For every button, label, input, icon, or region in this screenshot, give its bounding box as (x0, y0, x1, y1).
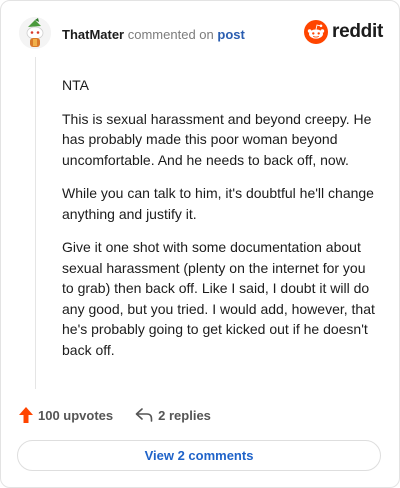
thread-line (35, 57, 36, 389)
view-comments-button[interactable]: View 2 comments (17, 440, 381, 471)
upvote-count: 100 upvotes (38, 407, 114, 423)
commented-on-text: commented on (127, 27, 214, 42)
avatar[interactable] (19, 17, 51, 49)
replies-count: 2 replies (158, 407, 211, 423)
reddit-logo[interactable]: reddit (304, 20, 383, 44)
comment-paragraph: This is sexual harassment and beyond cre… (62, 110, 372, 168)
comment-actions: 100 upvotes 2 replies (19, 405, 211, 425)
reddit-alien-icon (304, 20, 329, 44)
reddit-wordmark: reddit (332, 21, 383, 42)
comment-card: ThatMater commented on post reddit NTA T… (0, 0, 400, 488)
comment-paragraph: NTA (62, 77, 89, 93)
snoo-avatar-icon (19, 17, 51, 49)
comment-paragraph: While you can talk to him, it's doubtful… (62, 185, 374, 222)
comment-header: ThatMater commented on post reddit (19, 17, 383, 49)
upvote-arrow-icon (19, 407, 33, 423)
post-link[interactable]: post (217, 27, 244, 42)
upvote-button[interactable]: 100 upvotes (19, 407, 113, 423)
replies-button[interactable]: 2 replies (135, 408, 211, 423)
comment-meta: ThatMater commented on post (62, 27, 245, 42)
comment-paragraph: Give it one shot with some documentation… (62, 239, 375, 358)
reply-arrow-icon (135, 408, 153, 422)
username-link[interactable]: ThatMater (62, 27, 124, 42)
comment-body: NTA This is sexual harassment and beyond… (62, 75, 380, 373)
